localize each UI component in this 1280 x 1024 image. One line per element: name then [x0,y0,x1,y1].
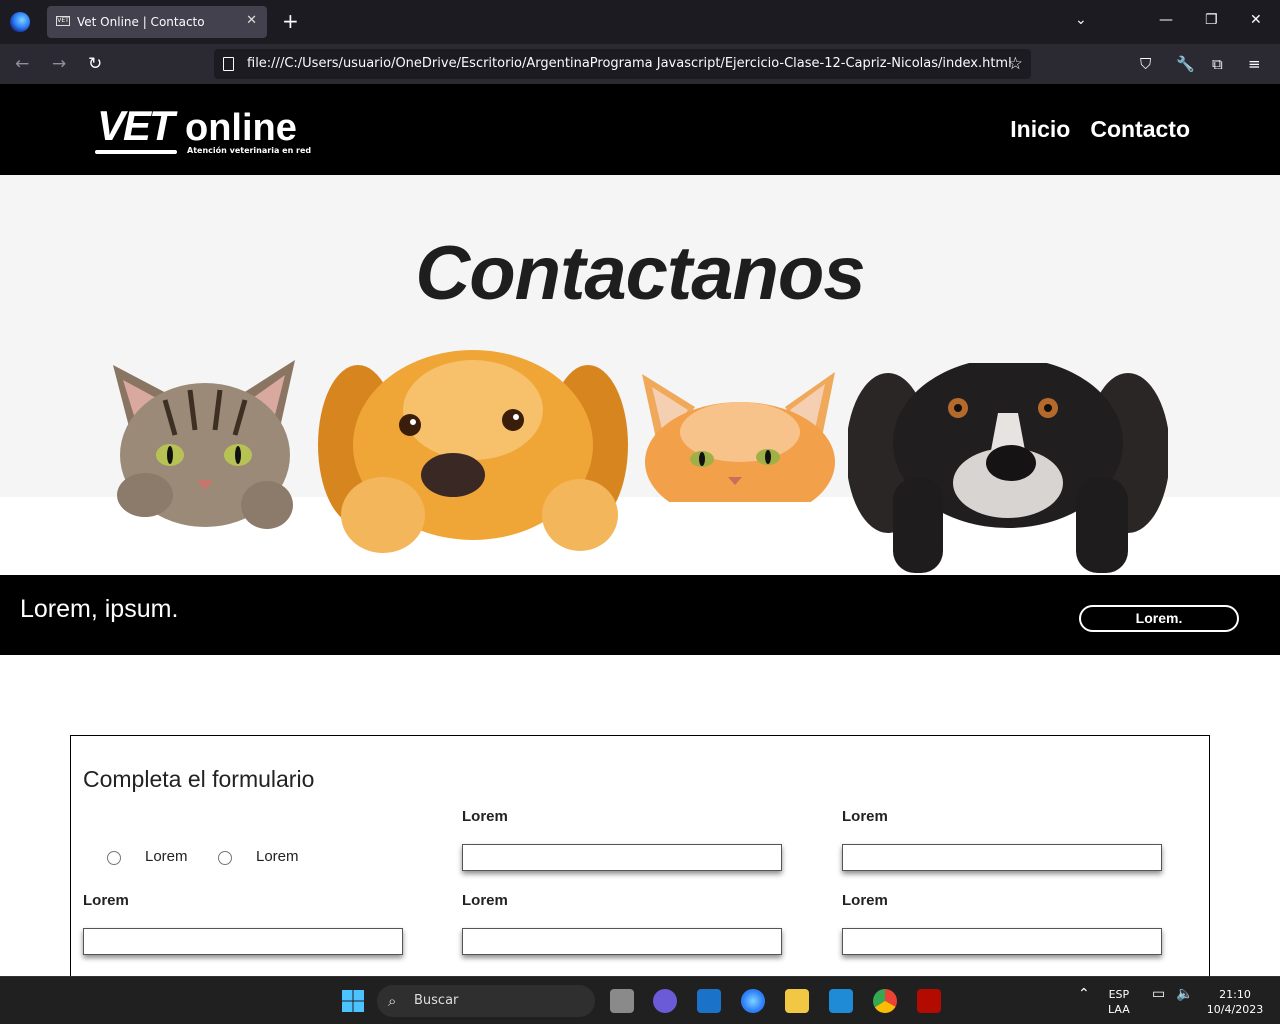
promo-button[interactable]: Lorem. [1079,605,1239,632]
orange-cat-image [642,372,835,502]
text-input[interactable] [462,928,782,955]
field-label: Lorem [842,808,888,825]
form-title: Completa el formulario [83,766,315,792]
radio-label-1: Lorem [145,848,188,865]
nav-link-inicio[interactable]: Inicio [1010,116,1070,143]
field-label: Lorem [462,808,508,825]
back-icon[interactable]: ← [15,54,29,74]
page-title: Contactanos [415,231,865,316]
radio-option-1[interactable] [107,851,121,865]
restore-icon[interactable]: ❐ [1205,12,1218,28]
field-label: Lorem [842,892,888,909]
field-label: Lorem [462,892,508,909]
lang-code: ESP [1108,988,1130,1001]
text-input[interactable] [462,844,782,871]
contact-form: Completa el formulario Lorem Lorem Lorem… [70,735,1210,976]
task-view-icon[interactable] [610,989,634,1013]
acrobat-icon[interactable] [917,989,941,1013]
firefox-taskbar-icon[interactable] [741,989,765,1013]
page-icon [223,57,234,71]
url-bar[interactable]: file:///C:/Users/usuario/OneDrive/Escrit… [214,49,1031,79]
golden-retriever-image [318,350,628,553]
nav-link-contacto[interactable]: Contacto [1090,116,1190,143]
tab-strip: VET Vet Online | Contacto ✕ + ⌄ — ❐ ✕ [0,0,1280,44]
site-header: VET online Atención veterinaria en red I… [0,84,1280,175]
logo-vet: VET [97,102,175,149]
search-placeholder: Buscar [414,993,459,1008]
tab-vet-online[interactable]: VET Vet Online | Contacto ✕ [47,6,267,38]
vet-online-logo[interactable]: VET online Atención veterinaria en red [95,104,315,160]
firefox-icon[interactable] [10,12,30,32]
promo-text: Lorem, ipsum. [20,595,179,623]
chat-icon[interactable] [653,989,677,1013]
windows-taskbar: ⌕ Buscar ⌃ ESP LAA ▭ 🔈 21:10 10/4/2023 [0,976,1280,1024]
show-hidden-icons[interactable]: ⌃ [1078,987,1090,1002]
black-white-dog-image [848,363,1168,573]
main-nav: Inicio Contacto [1010,116,1190,143]
radio-label-2: Lorem [256,848,299,865]
clock-time: 21:10 [1219,988,1251,1001]
list-tabs-icon[interactable]: ⌄ [1075,12,1087,28]
tabby-cat-image [113,360,295,529]
bookmark-star-icon[interactable]: ☆ [1008,49,1023,79]
reload-icon[interactable]: ↻ [88,54,102,74]
taskbar-search[interactable]: ⌕ Buscar [377,985,595,1017]
clock-date: 10/4/2023 [1206,1003,1264,1016]
logo-tagline: Atención veterinaria en red [187,146,312,155]
field-label: Lorem [83,892,129,909]
extensions-icon[interactable]: ⧉ [1212,54,1223,74]
promo-strip: Lorem, ipsum. Lorem. [0,575,1280,655]
forward-icon[interactable]: → [52,54,66,74]
windows-start-icon[interactable] [341,989,365,1013]
widgets-icon[interactable] [697,989,721,1013]
text-input[interactable] [842,844,1162,871]
pocket-icon[interactable]: ⛉ [1140,54,1151,74]
new-tab-icon[interactable]: + [282,11,299,31]
close-window-icon[interactable]: ✕ [1250,12,1262,28]
menu-icon[interactable]: ≡ [1248,54,1261,74]
file-explorer-icon[interactable] [785,989,809,1013]
wrench-icon[interactable]: 🔧 [1176,54,1195,74]
text-input[interactable] [842,928,1162,955]
hero-banner: Contactanos [0,175,1280,575]
radio-option-2[interactable] [218,851,232,865]
logo-online: online [185,107,297,149]
search-icon: ⌕ [388,992,397,1010]
language-indicator[interactable]: ESP LAA [1108,987,1130,1017]
tab-favicon-icon: VET [56,16,70,26]
chrome-icon[interactable] [873,989,897,1013]
network-icon[interactable]: ▭ [1152,987,1165,1002]
volume-icon[interactable]: 🔈 [1176,987,1193,1002]
minimize-icon[interactable]: — [1159,12,1173,28]
logo-underline [95,150,177,154]
text-input[interactable] [83,928,403,955]
clock[interactable]: 21:10 10/4/2023 [1205,987,1265,1017]
browser-chrome: VET Vet Online | Contacto ✕ + ⌄ — ❐ ✕ ← … [0,0,1280,84]
url-text: file:///C:/Users/usuario/OneDrive/Escrit… [247,56,1012,71]
lang-layout: LAA [1108,1003,1130,1016]
tab-title: Vet Online | Contacto [77,15,205,29]
close-tab-icon[interactable]: ✕ [246,13,257,28]
web-page: VET online Atención veterinaria en red I… [0,84,1280,976]
vscode-icon[interactable] [829,989,853,1013]
nav-toolbar: ← → ↻ file:///C:/Users/usuario/OneDrive/… [0,44,1280,84]
